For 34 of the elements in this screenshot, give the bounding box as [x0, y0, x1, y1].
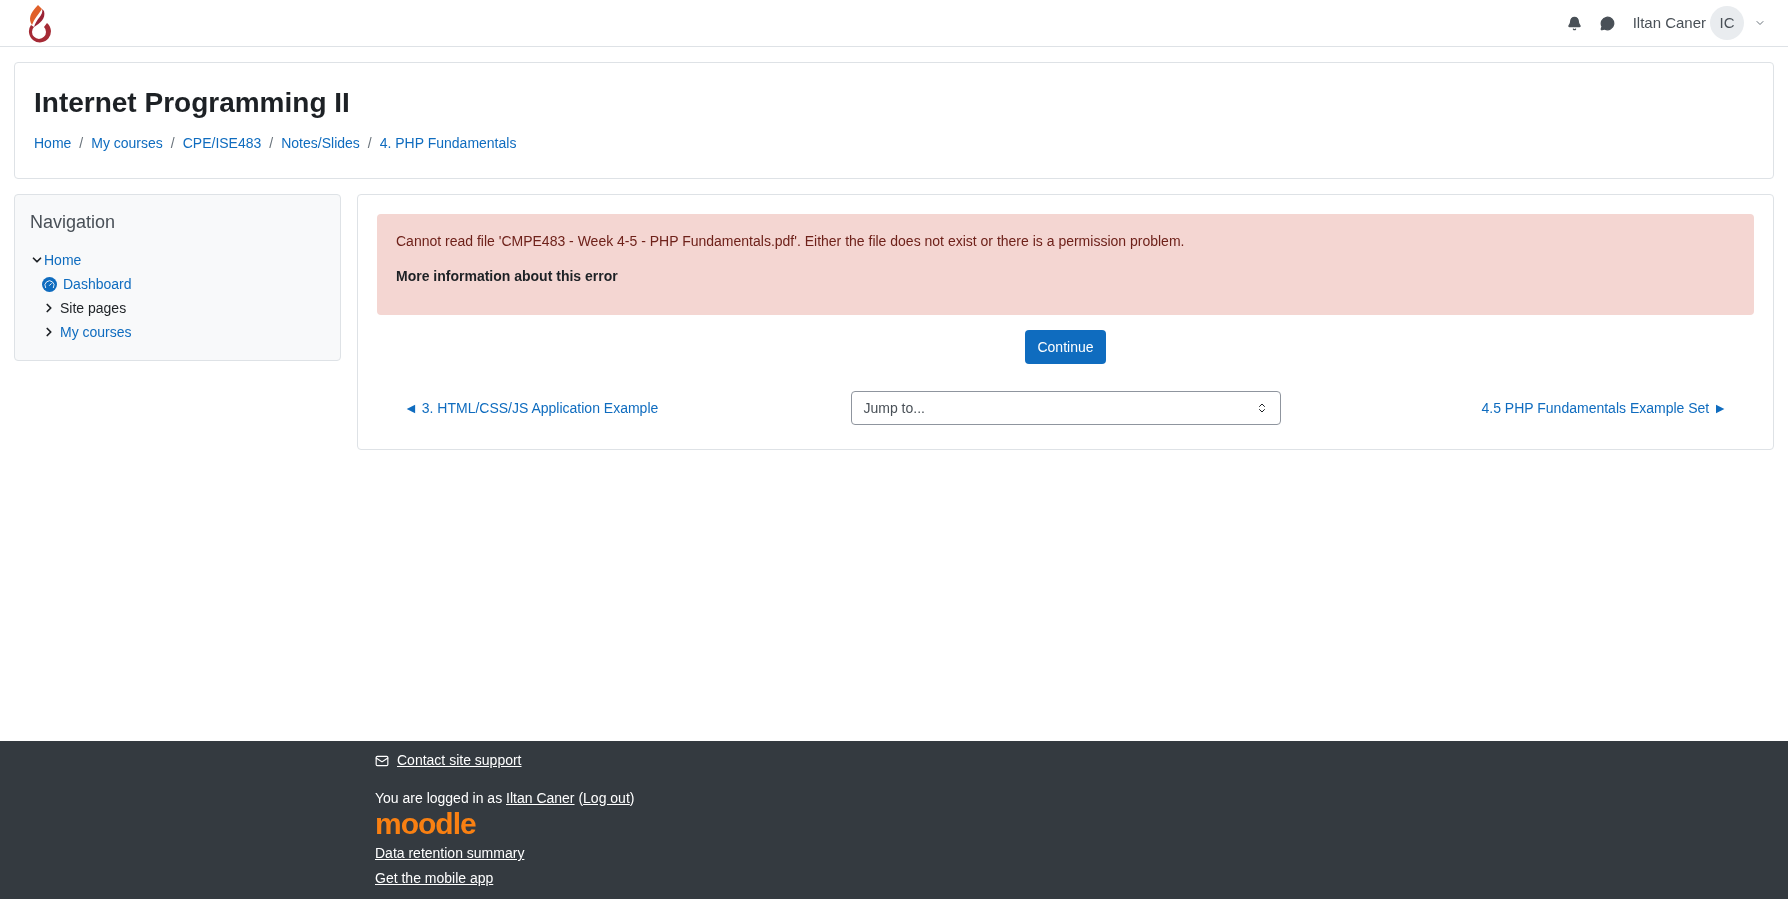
nav-link[interactable]: Home: [44, 249, 82, 271]
breadcrumb-separator: /: [170, 134, 175, 153]
breadcrumb-link[interactable]: CPE/ISE483: [182, 133, 262, 154]
notifications-icon[interactable]: [1566, 15, 1582, 31]
user-profile-link[interactable]: Iltan Caner: [506, 790, 575, 806]
next-activity-link[interactable]: 4.5 PHP Fundamentals Example Set ►: [1297, 397, 1727, 419]
mail-icon: [375, 753, 389, 768]
course-title: Internet Programming II: [34, 86, 351, 120]
moodle-logo[interactable]: moodle: [375, 809, 476, 839]
user-avatar[interactable]: IC: [1710, 6, 1744, 40]
dashboard-icon: [42, 276, 57, 292]
breadcrumb-separator: /: [269, 134, 274, 153]
logout-link[interactable]: Log out: [583, 790, 630, 806]
block-title: Navigation: [30, 211, 117, 234]
breadcrumb-link[interactable]: 4. PHP Fundamentals: [379, 133, 517, 154]
error-more-info[interactable]: More information about this error: [396, 266, 1735, 287]
contact-support-link[interactable]: Contact site support: [397, 750, 522, 771]
footer-link[interactable]: Get the mobile app: [375, 868, 494, 889]
breadcrumb-separator: /: [367, 134, 372, 153]
user-name[interactable]: Iltan Caner: [1632, 11, 1706, 35]
continue-button[interactable]: Continue: [1025, 330, 1106, 364]
nav-label[interactable]: Site pages: [60, 297, 127, 319]
breadcrumb-link[interactable]: Notes/Slides: [281, 133, 360, 154]
breadcrumb-link[interactable]: My courses: [91, 133, 163, 154]
breadcrumb-link[interactable]: Home: [34, 133, 72, 154]
footer-link[interactable]: Data retention summary: [375, 843, 525, 864]
error-message: Cannot read file 'CMPE483 - Week 4-5 - PHP Fundamentals.pdf'. Either the file does not exist or there is a permission problem.: [396, 232, 1186, 251]
jump-to-select[interactable]: Jump to...: [850, 391, 1281, 425]
previous-activity-link[interactable]: ◄ 3. HTML/CSS/JS Application Example: [404, 397, 834, 419]
nav-link[interactable]: Dashboard: [63, 273, 132, 295]
nav-link[interactable]: My courses: [60, 321, 132, 343]
breadcrumb-separator: /: [79, 134, 84, 153]
messages-icon[interactable]: [1599, 15, 1615, 31]
login-info: You are logged in as Iltan Caner (Log out): [375, 789, 636, 808]
